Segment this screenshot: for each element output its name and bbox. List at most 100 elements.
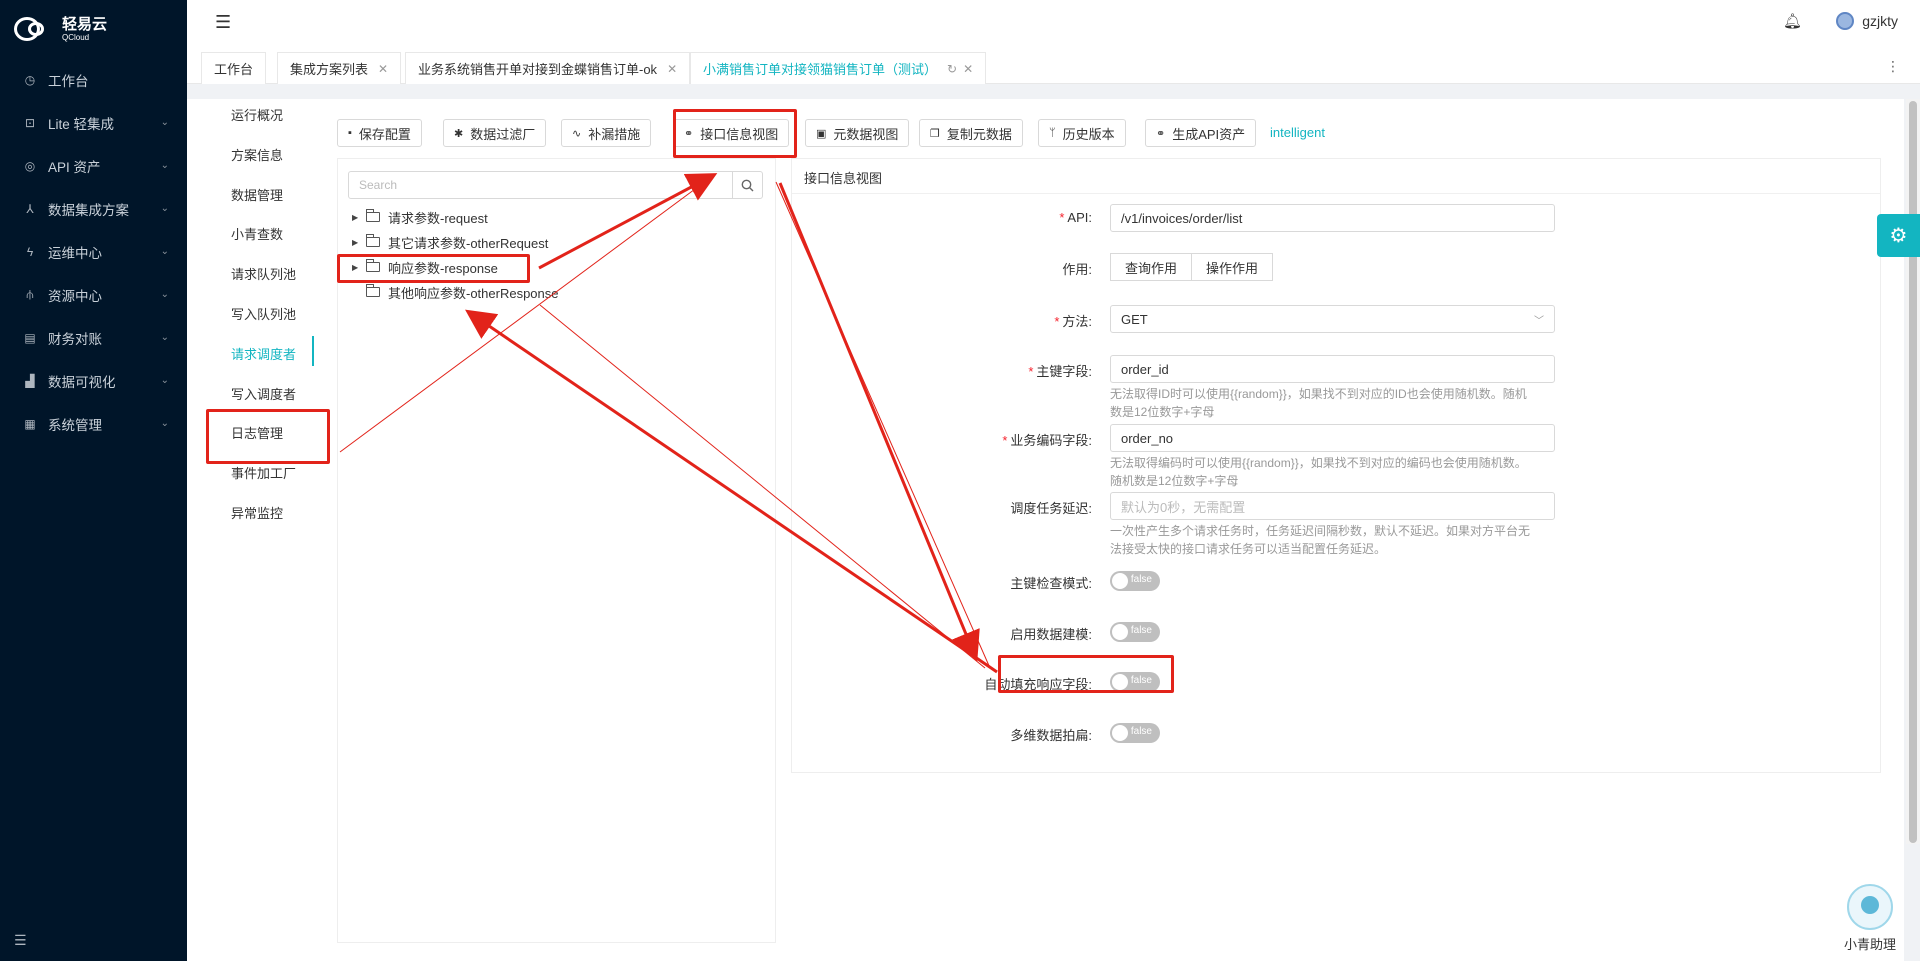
sidebar-item[interactable]: ⫛ 资源中心 ⌄ <box>0 273 187 316</box>
chevron-down-icon: ⌄ <box>160 332 169 343</box>
panel-title: 接口信息视图 <box>804 171 883 186</box>
close-icon[interactable]: ✕ <box>378 62 388 76</box>
sidebar-item-label: 系统管理 <box>48 417 102 433</box>
toolbar-button[interactable]: ∿ 补漏措施 <box>561 119 652 147</box>
brand-name: 轻易云 <box>62 15 108 33</box>
logo-icon <box>14 14 56 44</box>
toggle-switch[interactable]: false <box>1110 622 1160 642</box>
toolbar-button-label: 生成API资产 <box>1172 126 1246 142</box>
submenu-item[interactable]: 请求调度者 <box>231 344 296 363</box>
save-icon: ▪ <box>348 127 352 139</box>
submenu-item[interactable]: 小青查数 <box>231 224 283 243</box>
collapse-menu-icon[interactable]: ☰ <box>14 932 27 949</box>
folder-icon <box>366 209 380 222</box>
primary-key-label: * 主键字段: <box>1028 364 1092 379</box>
sidebar-item[interactable]: ▦ 系统管理 ⌄ <box>0 402 187 445</box>
search-input[interactable] <box>349 172 732 198</box>
search-icon[interactable] <box>732 172 762 198</box>
close-icon[interactable]: ✕ <box>963 62 973 76</box>
assistant-widget[interactable]: 小青助理 <box>1844 884 1896 953</box>
operate-purpose-button[interactable]: 操作作用 <box>1192 253 1274 281</box>
chart-icon: ▟ <box>25 373 35 388</box>
business-code-input[interactable]: order_no <box>1110 424 1555 452</box>
api-input[interactable]: /v1/invoices/order/list <box>1110 204 1555 232</box>
toolbar-button[interactable]: ▪ 保存配置 <box>337 119 422 147</box>
sidebar-item[interactable]: ▤ 财务对账 ⌄ <box>0 316 187 359</box>
user-menu[interactable]: gzjkty <box>1836 12 1898 30</box>
tree-node-label: 请求参数-request <box>388 210 488 226</box>
submenu-item[interactable]: 数据管理 <box>231 185 283 204</box>
sidebar-item[interactable]: ◎ API 资产 ⌄ <box>0 144 187 187</box>
business-code-label: * 业务编码字段: <box>1002 433 1092 448</box>
flow-icon: ⅄ <box>26 201 34 216</box>
tab-xiaoman-order[interactable]: 小满销售订单对接领猫销售订单（测试） ↻ ✕ <box>690 52 987 84</box>
submenu-item[interactable]: 写入队列池 <box>231 304 296 323</box>
primary-key-help: 无法取得ID时可以使用{{random}}，如果找不到对应的ID也会使用随机数。… <box>1110 387 1527 419</box>
ledger-icon: ▤ <box>24 330 36 345</box>
submenu-item[interactable]: 事件加工厂 <box>231 463 296 482</box>
toggle-label: 主键检查模式: <box>1010 576 1092 591</box>
task-delay-input[interactable]: 默认为0秒，无需配置 <box>1110 492 1555 520</box>
settings-gear-icon[interactable]: ⚙ <box>1877 214 1920 257</box>
chevron-down-icon: ⌄ <box>160 246 169 257</box>
toggle-switch[interactable]: false <box>1110 571 1160 591</box>
username: gzjkty <box>1862 13 1898 29</box>
chevron-down-icon: ⌄ <box>160 289 169 300</box>
close-icon[interactable]: ✕ <box>667 62 677 76</box>
tree-node[interactable]: 其他响应参数-otherResponse <box>352 281 559 303</box>
solution-submenu: 运行概况 方案信息 数据管理 小青查数 请求队列池 写入队列池 请求调度者 写入调度者 日志管理… <box>187 99 327 961</box>
annotation-box <box>998 655 1174 693</box>
chevron-down-icon: ⌄ <box>160 375 169 386</box>
chevron-down-icon: ⌄ <box>160 203 169 214</box>
tree-node[interactable]: ▶ 请求参数-request <box>352 206 488 228</box>
tab-solution-list[interactable]: 集成方案列表 ✕ <box>277 52 402 84</box>
more-icon[interactable]: ⋮ <box>1886 58 1900 75</box>
main-content: 运行概况 方案信息 数据管理 小青查数 请求队列池 写入队列池 请求调度者 写入调度者 日志管理… <box>187 99 1904 961</box>
sidebar-item[interactable]: ϟ 运维中心 ⌄ <box>0 230 187 273</box>
task-delay-help: 一次性产生多个请求任务时，任务延迟间隔秒数，默认不延迟。如果对方平台无 法接受太快… <box>1110 524 1531 556</box>
query-purpose-button[interactable]: 查询作用 <box>1110 253 1193 281</box>
toggle-sidebar-icon[interactable]: ☰ <box>215 12 231 33</box>
submenu-item[interactable]: 写入调度者 <box>231 384 296 403</box>
toolbar-button[interactable]: ⚭ 生成API资产 <box>1145 119 1257 147</box>
grid-icon: ▦ <box>24 416 36 431</box>
page-scrollbar[interactable] <box>1906 99 1920 844</box>
toggle-value: false <box>1130 574 1152 585</box>
caret-right-icon[interactable]: ▶ <box>352 238 366 247</box>
sidebar-item[interactable]: ▟ 数据可视化 ⌄ <box>0 359 187 402</box>
primary-key-input[interactable]: order_id <box>1110 355 1555 383</box>
tree-node[interactable]: ▶ 其它请求参数-otherRequest <box>352 231 548 253</box>
sidebar-item-label: 财务对账 <box>48 331 102 347</box>
bell-icon[interactable]: 🔔︎ <box>1783 12 1802 30</box>
toggle-switch[interactable]: false <box>1110 723 1160 743</box>
caret-right-icon[interactable]: ▶ <box>352 213 366 222</box>
lite-icon: ⊡ <box>24 115 36 130</box>
refresh-icon[interactable]: ↻ <box>947 62 957 76</box>
sidebar: 轻易云 QCloud ◷ 工作台 ⊡ Lite 轻集成 ⌄ ◎ API 资产 ⌄ ⅄ 数据集成方案… <box>0 0 187 961</box>
tab-kingdee-order[interactable]: 业务系统销售开单对接到金蝶销售订单-ok ✕ <box>405 52 691 84</box>
tab-workbench[interactable]: 工作台 <box>201 52 267 84</box>
toolbar-button-label: 历史版本 <box>1062 126 1115 142</box>
task-delay-label: 调度任务延迟: <box>1010 501 1092 516</box>
chevron-down-icon: ⌄ <box>160 160 169 171</box>
method-select[interactable]: GET ﹀ <box>1110 305 1555 333</box>
submenu-item[interactable]: 异常监控 <box>231 503 283 522</box>
toolbar-button[interactable]: ✱ 数据过滤厂 <box>443 119 547 147</box>
tree-icon: ⫛ <box>26 287 34 301</box>
toolbar-button[interactable]: ▣ 元数据视图 <box>805 119 910 147</box>
sidebar-item-label: 数据可视化 <box>48 374 116 390</box>
submenu-item[interactable]: 运行概况 <box>231 105 283 124</box>
toolbar-button[interactable]: ᛘ 历史版本 <box>1038 119 1126 147</box>
sidebar-item[interactable]: ⅄ 数据集成方案 ⌄ <box>0 187 187 230</box>
assistant-label: 小青助理 <box>1843 937 1896 952</box>
submenu-item[interactable]: 请求队列池 <box>231 264 296 283</box>
toolbar-button-label: 保存配置 <box>358 126 411 142</box>
sidebar-item[interactable]: ⊡ Lite 轻集成 ⌄ <box>0 101 187 144</box>
annotation-box <box>673 109 797 158</box>
toolbar-button[interactable]: ❐ 复制元数据 <box>919 119 1023 147</box>
avatar <box>1836 12 1855 30</box>
logo[interactable]: 轻易云 QCloud <box>0 0 187 58</box>
submenu-item[interactable]: 方案信息 <box>231 145 283 164</box>
sidebar-item-label: 运维中心 <box>48 245 102 261</box>
sidebar-item[interactable]: ◷ 工作台 <box>0 58 187 101</box>
